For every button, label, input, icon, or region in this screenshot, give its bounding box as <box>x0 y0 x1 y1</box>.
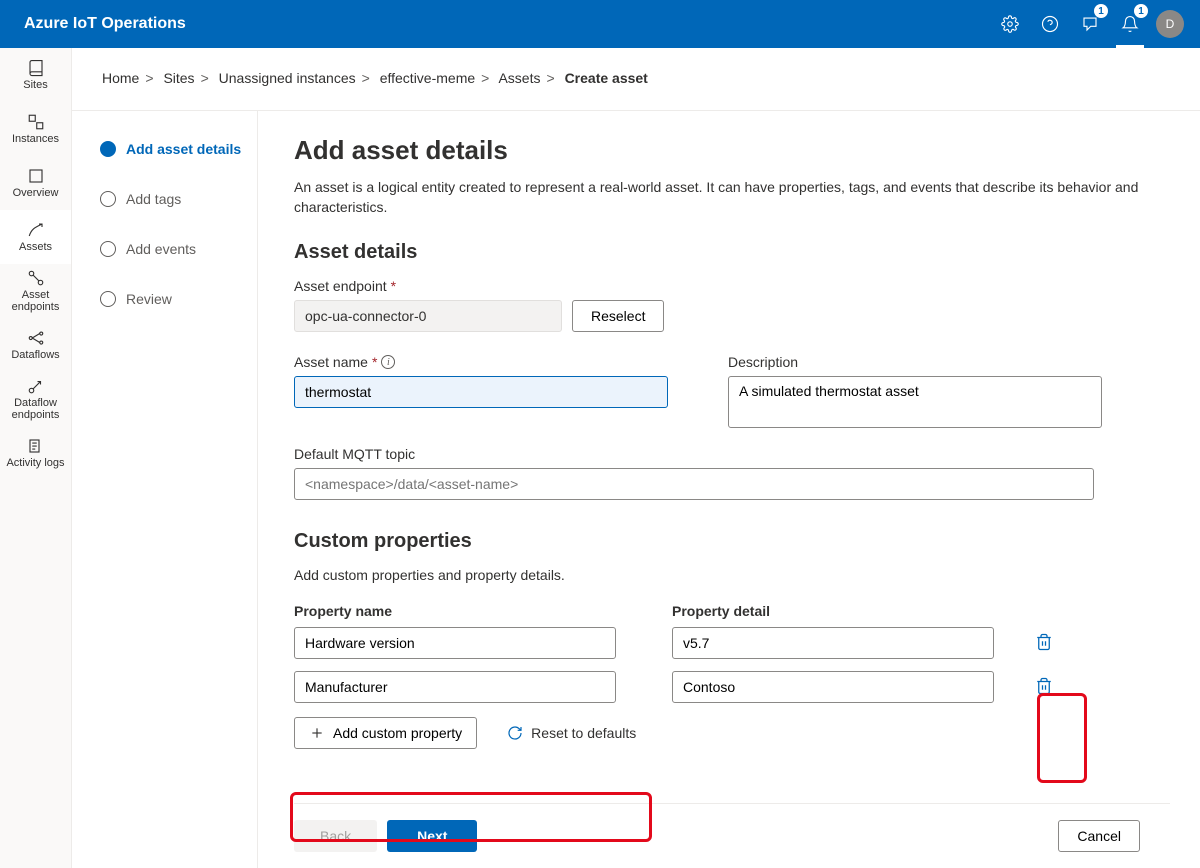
sidebar-label: Asset endpoints <box>2 289 69 313</box>
step-asset-details[interactable]: Add asset details <box>100 141 257 157</box>
sidebar-item-activity-logs[interactable]: Activity logs <box>0 426 71 480</box>
footer: Back Next Cancel <box>294 803 1170 868</box>
feedback-badge: 1 <box>1094 4 1108 18</box>
property-row <box>294 671 1170 703</box>
step-add-events[interactable]: Add events <box>100 241 257 257</box>
plus-icon <box>309 725 325 741</box>
property-name-header: Property name <box>294 603 616 619</box>
refresh-icon <box>507 725 523 741</box>
topbar-icons: 1 1 D <box>990 0 1184 48</box>
sidebar: Sites Instances Overview Assets Asset en… <box>0 48 72 868</box>
property-detail-input[interactable] <box>672 671 994 703</box>
reselect-button[interactable]: Reselect <box>572 300 664 332</box>
breadcrumb: Home> Sites> Unassigned instances> effec… <box>72 48 1200 111</box>
sidebar-item-dataflow-endpoints[interactable]: Dataflow endpoints <box>0 372 71 426</box>
feedback-icon[interactable]: 1 <box>1070 0 1110 48</box>
next-button[interactable]: Next <box>387 820 477 852</box>
property-name-input[interactable] <box>294 627 616 659</box>
sidebar-label: Sites <box>23 79 47 91</box>
page-title: Add asset details <box>294 135 1170 166</box>
sidebar-label: Dataflow endpoints <box>2 397 69 421</box>
help-icon[interactable] <box>1030 0 1070 48</box>
sidebar-item-dataflows[interactable]: Dataflows <box>0 318 71 372</box>
user-avatar[interactable]: D <box>1156 10 1184 38</box>
cancel-button[interactable]: Cancel <box>1058 820 1140 852</box>
sidebar-label: Assets <box>19 241 52 253</box>
description-input[interactable]: A simulated thermostat asset <box>728 376 1102 428</box>
back-button: Back <box>294 820 377 852</box>
description-label: Description <box>728 354 1102 370</box>
notifications-icon[interactable]: 1 <box>1110 0 1150 48</box>
add-custom-property-button[interactable]: Add custom property <box>294 717 477 749</box>
breadcrumb-instance[interactable]: effective-meme <box>380 70 475 86</box>
settings-icon[interactable] <box>990 0 1030 48</box>
info-icon[interactable]: i <box>381 355 395 369</box>
sidebar-label: Instances <box>12 133 59 145</box>
sidebar-label: Overview <box>13 187 59 199</box>
sidebar-item-overview[interactable]: Overview <box>0 156 71 210</box>
asset-name-input[interactable] <box>294 376 668 408</box>
section-asset-details: Asset details <box>294 241 1170 264</box>
step-nav: Add asset details Add tags Add events Re… <box>72 111 258 868</box>
breadcrumb-current: Create asset <box>565 70 648 86</box>
step-add-tags[interactable]: Add tags <box>100 191 257 207</box>
custom-sub: Add custom properties and property detai… <box>294 567 1170 583</box>
sidebar-item-asset-endpoints[interactable]: Asset endpoints <box>0 264 71 318</box>
section-custom-properties: Custom properties <box>294 530 1170 553</box>
endpoint-label: Asset endpoint * <box>294 278 1170 294</box>
delete-row-button[interactable] <box>1031 673 1057 702</box>
endpoint-field <box>294 300 562 332</box>
property-detail-input[interactable] <box>672 627 994 659</box>
sidebar-item-sites[interactable]: Sites <box>0 48 71 102</box>
breadcrumb-assets[interactable]: Assets <box>498 70 540 86</box>
sidebar-item-instances[interactable]: Instances <box>0 102 71 156</box>
property-name-input[interactable] <box>294 671 616 703</box>
sidebar-label: Dataflows <box>11 349 59 361</box>
page-intro: An asset is a logical entity created to … <box>294 178 1170 217</box>
breadcrumb-home[interactable]: Home <box>102 70 139 86</box>
top-bar: Azure IoT Operations 1 1 D <box>0 0 1200 48</box>
sidebar-label: Activity logs <box>6 457 64 469</box>
mqtt-topic-input[interactable] <box>294 468 1094 500</box>
step-review[interactable]: Review <box>100 291 257 307</box>
mqtt-label: Default MQTT topic <box>294 446 1170 462</box>
asset-name-label: Asset name * i <box>294 354 668 370</box>
sidebar-item-assets[interactable]: Assets <box>0 210 71 264</box>
property-detail-header: Property detail <box>672 603 994 619</box>
property-row <box>294 627 1170 659</box>
breadcrumb-sites[interactable]: Sites <box>163 70 194 86</box>
delete-row-button[interactable] <box>1031 629 1057 658</box>
notifications-badge: 1 <box>1134 4 1148 18</box>
brand-title: Azure IoT Operations <box>24 15 990 33</box>
reset-defaults-button[interactable]: Reset to defaults <box>493 717 650 749</box>
breadcrumb-unassigned[interactable]: Unassigned instances <box>219 70 356 86</box>
